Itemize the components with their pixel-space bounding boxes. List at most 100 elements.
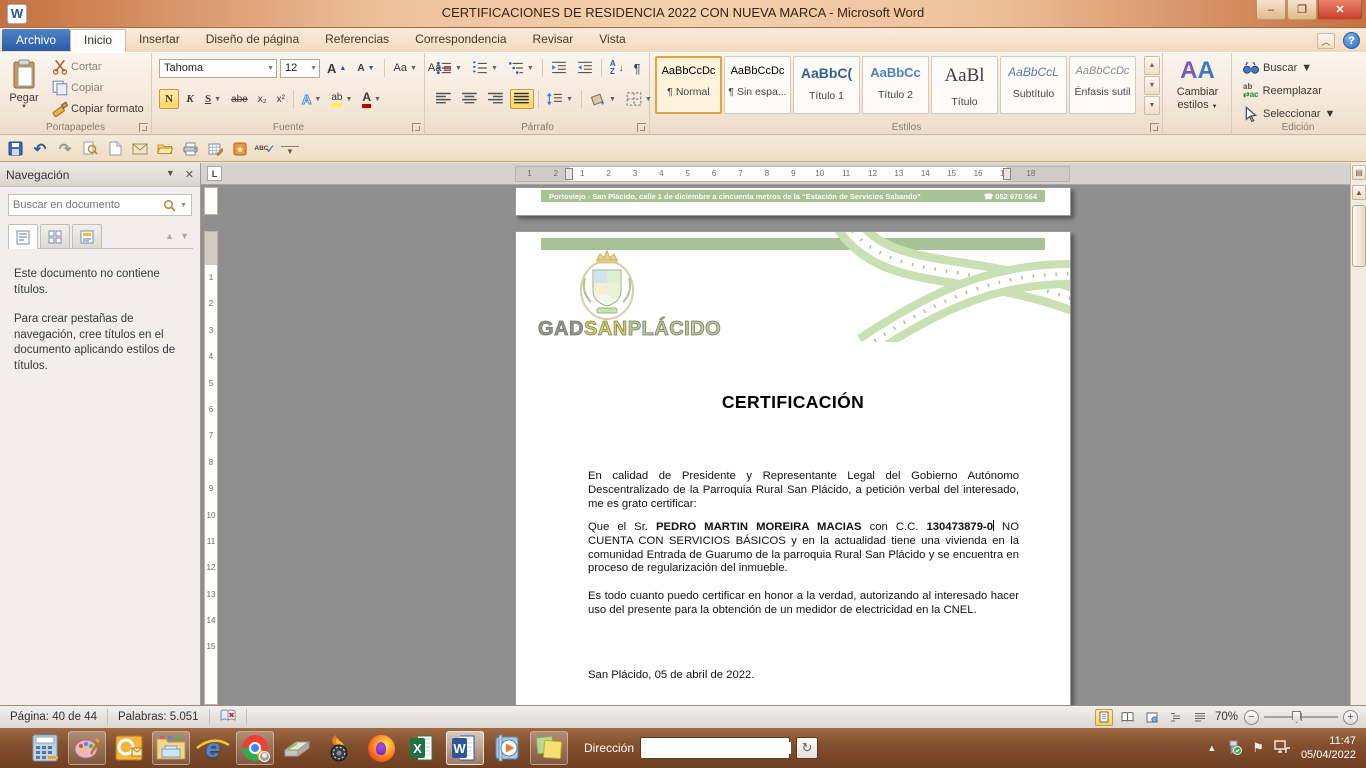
tab-archivo[interactable]: Archivo [2,29,70,51]
zoom-in-button[interactable]: + [1343,710,1358,725]
word-taskbar-icon[interactable]: W [446,731,484,765]
underline-button[interactable]: S▼ [201,89,225,109]
internet-explorer-icon[interactable]: e [194,731,232,765]
nav-tab-pages[interactable] [40,224,70,248]
print-icon[interactable] [181,140,199,158]
edit-table-icon[interactable] [206,140,224,158]
search-input[interactable] [13,199,163,211]
strikethrough-button[interactable]: abe [227,89,252,109]
style-normal[interactable]: AaBbCcDc ¶ Normal [655,56,722,114]
refresh-icon[interactable]: ↻ [796,737,818,759]
search-icon[interactable] [163,199,176,212]
style-titulo[interactable]: AaBl Título [931,56,998,114]
collapse-ribbon-button[interactable]: ︿ [1317,33,1335,49]
style-subtitulo[interactable]: AaBbCcL Subtítulo [1000,56,1067,114]
parrafo-dialog-launcher[interactable] [637,123,646,132]
chrome-icon[interactable] [236,731,274,765]
style-titulo-1[interactable]: AaBbC( Título 1 [793,56,860,114]
left-indent-marker[interactable] [565,168,573,180]
page-indicator[interactable]: Página: 40 de 44 [0,709,108,725]
usb-device-icon[interactable] [1226,739,1242,758]
minimize-button[interactable]: – [1256,0,1286,20]
nav-pane-menu-icon[interactable]: ▼ [166,168,175,181]
draft-view-button[interactable] [1191,709,1209,726]
justify-button[interactable] [510,89,534,109]
qat-more-dropdown[interactable]: ▼ [281,146,299,156]
sticky-notes-icon[interactable] [530,731,568,765]
shading-button[interactable]: ▼ [586,89,620,109]
select-button[interactable]: Seleccionar▼ [1243,104,1335,124]
subscript-button[interactable]: x₂ [254,89,271,109]
help-icon[interactable]: ? [1343,32,1360,49]
tray-expand-icon[interactable]: ▲ [1207,743,1216,753]
shrink-font-button[interactable]: A▼ [353,58,378,78]
restore-button[interactable]: ❐ [1287,0,1317,20]
tab-insertar[interactable]: Insertar [126,28,193,51]
calculator-icon[interactable] [26,731,64,765]
document-page-2[interactable]: GADSANPLÁCIDO CERTIFICACIÓN En calidad d… [515,231,1071,705]
change-case-button[interactable]: Aa▼ [390,58,421,78]
fuente-dialog-launcher[interactable] [412,123,421,132]
zoom-slider-track[interactable] [1264,716,1338,718]
paste-dropdown[interactable]: ▼ [6,104,42,110]
tab-diseno-de-pagina[interactable]: Diseño de página [193,28,312,51]
excel-icon[interactable]: X [404,731,442,765]
file-explorer-icon[interactable] [152,731,190,765]
style-titulo-2[interactable]: AaBbCc Título 2 [862,56,929,114]
text-effects-button[interactable]: A▼ [298,89,325,109]
line-spacing-button[interactable]: ▼ [543,89,577,109]
network-icon[interactable] [1274,740,1291,757]
close-button[interactable]: ✕ [1318,0,1362,20]
scanner-icon[interactable] [278,731,316,765]
show-marks-button[interactable]: ¶ [630,58,645,78]
print-layout-view-button[interactable] [1095,709,1113,726]
align-right-button[interactable] [484,89,508,109]
redo-icon[interactable]: ↷ [56,140,74,158]
nav-tab-headings[interactable] [8,224,38,249]
font-size-combo[interactable]: 12 ▼ [280,59,320,78]
style-sin-espaciado[interactable]: AaBbCcDc ¶ Sin espa... [724,56,791,114]
scrollbar-thumb[interactable] [1352,205,1366,267]
chevron-down-icon[interactable]: ▼ [306,65,317,72]
open-folder-icon[interactable] [156,140,174,158]
nav-pane-close-icon[interactable]: ✕ [185,168,194,181]
copy-button[interactable]: Copiar [48,78,148,98]
print-preview-icon[interactable] [81,140,99,158]
save-icon[interactable] [6,140,24,158]
format-painter-button[interactable]: Copiar formato [48,99,148,119]
vertical-scrollbar[interactable]: ▤ ▲ [1350,163,1366,705]
find-button[interactable]: Buscar▼ [1243,58,1335,78]
bullets-button[interactable]: ▼ [432,58,466,78]
zoom-out-button[interactable]: − [1244,710,1259,725]
multilevel-list-button[interactable]: ▼ [504,58,538,78]
media-player-icon[interactable] [488,731,526,765]
styles-scroll-down-icon[interactable]: ▼ [1144,76,1160,95]
zoom-level[interactable]: 70% [1215,711,1238,723]
word-count[interactable]: Palabras: 5.051 [108,709,210,725]
tab-vista[interactable]: Vista [586,28,638,51]
sort-button[interactable]: AZ ↓ [606,58,628,78]
tab-correspondencia[interactable]: Correspondencia [402,28,519,51]
action-center-flag-icon[interactable]: ⚑ [1252,740,1264,756]
vertical-ruler[interactable]: 123456789101112131415 [204,185,219,705]
scroll-up-icon[interactable]: ▲ [1352,185,1366,200]
search-options-dropdown[interactable]: ▼ [180,202,187,209]
font-color-button[interactable]: A▼ [358,89,385,109]
address-input[interactable] [641,742,791,754]
document-page-1[interactable]: Portoviejo - San Plácido, calle 1 de dic… [515,187,1071,216]
outlook-icon[interactable] [110,731,148,765]
font-name-combo[interactable]: Tahoma ▼ [159,59,277,78]
align-left-button[interactable] [432,89,456,109]
styles-scroll-up-icon[interactable]: ▲ [1144,56,1160,75]
fullscreen-reading-view-button[interactable] [1119,709,1137,726]
highlight-button[interactable]: ab▼ [327,89,356,109]
portapapeles-dialog-launcher[interactable] [139,123,148,132]
paste-button[interactable]: Pegar ▼ [5,56,43,120]
nav-tab-results[interactable] [72,224,102,248]
chevron-down-icon[interactable]: ▼ [263,65,274,72]
italic-button[interactable]: K [181,89,199,109]
next-heading-icon[interactable]: ▼ [180,231,189,241]
paint-icon[interactable] [68,731,106,765]
undo-icon[interactable]: ↶ [31,140,49,158]
mail-icon[interactable] [131,140,149,158]
